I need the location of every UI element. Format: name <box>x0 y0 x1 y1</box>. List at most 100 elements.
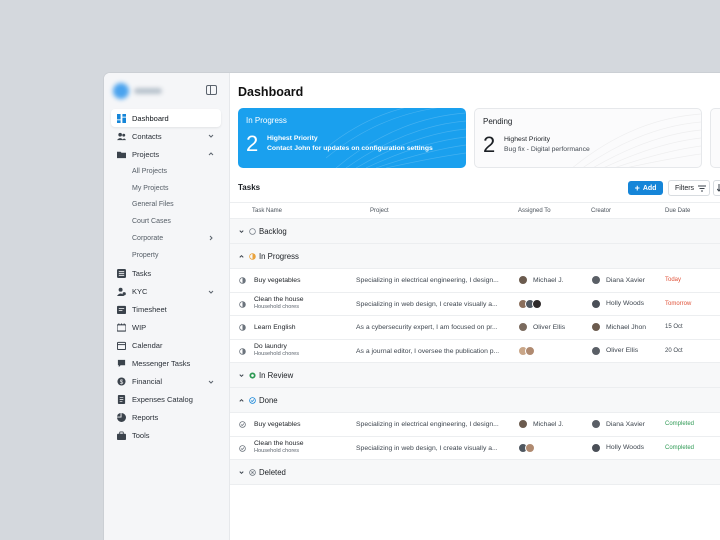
avatar <box>525 442 535 453</box>
group-done[interactable]: Done <box>230 388 720 413</box>
avatar <box>591 419 601 429</box>
sidebar-item-tasks[interactable]: Tasks <box>111 265 221 283</box>
card-pending[interactable]: Pending 2 Highest Priority Bug fix - Dig… <box>474 108 702 168</box>
sidebar-item-label: Expenses Catalog <box>132 395 193 405</box>
due-date: Tomorrow <box>665 300 692 307</box>
brand-logo <box>113 82 129 99</box>
column-header-due-date[interactable]: Due Date <box>665 208 690 214</box>
filters-button[interactable]: Filters <box>668 180 710 196</box>
sidebar-item-tools[interactable]: Tools <box>111 427 221 445</box>
half-circle-status-icon[interactable] <box>239 300 246 308</box>
group-label: Done <box>259 395 278 405</box>
sidebar-item-label: Reports <box>132 413 159 423</box>
sidebar-item-label: Dashboard <box>132 113 169 123</box>
sidebar-subitem-corporate[interactable]: Corporate <box>111 230 221 247</box>
page-title: Dashboard <box>238 85 304 99</box>
half-circle-status-icon[interactable] <box>239 277 246 284</box>
creator-cell: Diana Xavier <box>591 419 645 429</box>
avatar <box>518 419 528 429</box>
sidebar-item-calendar[interactable]: Calendar <box>111 337 221 355</box>
card-partial[interactable] <box>710 108 720 168</box>
due-date: 15 Oct <box>665 324 683 330</box>
table-row[interactable]: Clean the house Household chores Special… <box>230 436 720 460</box>
sidebar-item-financial[interactable]: $ Financial <box>111 373 221 391</box>
sidebar-subitem-property[interactable]: Property <box>111 247 221 264</box>
check-circle-status-icon[interactable] <box>239 444 246 452</box>
creator-name: Holly Woods <box>606 444 645 451</box>
sidebar-subitem-all-projects[interactable]: All Projects <box>111 163 221 180</box>
column-header-task-name[interactable]: Task Name <box>252 208 282 214</box>
avatar <box>591 298 601 309</box>
table-row[interactable]: Buy vegetables Specializing in electrica… <box>230 269 720 293</box>
kyc-icon <box>117 287 126 297</box>
sidebar-subitem-general-files[interactable]: General Files <box>111 197 221 214</box>
in-progress-status-icon <box>249 252 256 260</box>
table-row[interactable]: Do laundry Household chores As a journal… <box>230 339 720 363</box>
creator-name: Diana Xavier <box>606 276 645 284</box>
sidebar-subitem-court-cases[interactable]: Court Cases <box>111 213 221 230</box>
due-date: Completed <box>665 444 695 451</box>
assignee-name: Michael J. <box>533 420 564 428</box>
avatar <box>591 275 601 285</box>
in-review-status-icon <box>249 371 256 379</box>
task-name: Do laundry <box>254 342 287 350</box>
svg-text:$: $ <box>120 379 124 386</box>
table-row[interactable]: Clean the house Household chores Special… <box>230 292 720 316</box>
task-name: Clean the house <box>254 295 304 303</box>
sidebar-item-timesheet[interactable]: Timesheet <box>111 301 221 319</box>
sort-button[interactable] <box>713 180 720 196</box>
column-header-creator[interactable]: Creator <box>591 208 611 214</box>
column-header-project[interactable]: Project <box>370 208 389 214</box>
group-label: In Progress <box>259 251 299 261</box>
sidebar-item-label: Financial <box>132 377 163 387</box>
add-task-button[interactable]: + Add <box>628 181 663 195</box>
collapse-sidebar-icon[interactable] <box>206 85 217 95</box>
filters-label: Filters <box>675 184 695 192</box>
sidebar-item-messenger-tasks[interactable]: Messenger Tasks <box>111 355 221 373</box>
sidebar-item-kyc[interactable]: KYC <box>111 283 221 301</box>
group-backlog[interactable]: Backlog <box>230 219 720 244</box>
task-name-cell: Learn English <box>254 324 296 331</box>
group-in-review[interactable]: In Review <box>230 363 720 388</box>
sidebar-item-contacts[interactable]: Contacts <box>111 127 221 145</box>
card-in-progress[interactable]: In Progress 2 Highest Priority Contact J… <box>238 108 466 168</box>
table-row[interactable]: Buy vegetables Specializing in electrica… <box>230 413 720 437</box>
done-status-icon <box>249 396 256 404</box>
check-circle-status-icon[interactable] <box>239 421 246 428</box>
half-circle-status-icon[interactable] <box>239 324 246 331</box>
sidebar-nav-lower: Tasks KYC Timesheet WIP Calendar Messeng… <box>111 265 221 445</box>
folder-icon <box>117 150 126 159</box>
group-label: Deleted <box>259 467 286 477</box>
card-count: 2 <box>246 131 259 156</box>
sidebar-item-expenses-catalog[interactable]: Expenses Catalog <box>111 391 221 409</box>
sidebar-item-dashboard[interactable]: Dashboard <box>111 109 221 127</box>
sidebar-item-reports[interactable]: Reports <box>111 409 221 427</box>
sidebar-item-label: WIP <box>132 323 147 333</box>
sidebar-subitem-my-projects[interactable]: My Projects <box>111 180 221 197</box>
sidebar-item-label: Messenger Tasks <box>132 359 191 369</box>
task-subtitle: Household chores <box>254 303 300 310</box>
sidebar-nav: Dashboard Contacts Projects <box>111 109 221 163</box>
sidebar-item-wip[interactable]: WIP <box>111 319 221 337</box>
assigned-cell: Michael J. <box>518 419 564 429</box>
group-deleted[interactable]: Deleted <box>230 460 720 485</box>
summary-cards: In Progress 2 Highest Priority Contact J… <box>238 108 720 168</box>
chevron-down-icon <box>239 373 244 377</box>
sidebar-item-projects[interactable]: Projects <box>111 145 221 163</box>
task-name: Learn English <box>254 324 296 331</box>
creator-name: Oliver Ellis <box>606 347 639 354</box>
creator-cell: Diana Xavier <box>591 275 645 285</box>
task-subtitle: Household chores <box>254 447 300 454</box>
task-name-cell: Buy vegetables <box>254 421 300 428</box>
chevron-up-icon <box>239 254 244 258</box>
half-circle-status-icon[interactable] <box>239 347 246 355</box>
table-row[interactable]: Learn English As a cybersecurity expert,… <box>230 316 720 340</box>
project-cell: As a journal editor, I oversee the publi… <box>356 347 500 355</box>
group-in-progress[interactable]: In Progress <box>230 244 720 269</box>
assigned-cell <box>518 442 535 453</box>
column-header-assigned-to[interactable]: Assigned To <box>518 208 551 214</box>
brand-wordmark <box>134 87 162 94</box>
contacts-icon <box>117 132 126 141</box>
assigned-cell <box>518 345 535 356</box>
task-name-cell: Clean the house Household chores <box>254 296 304 310</box>
